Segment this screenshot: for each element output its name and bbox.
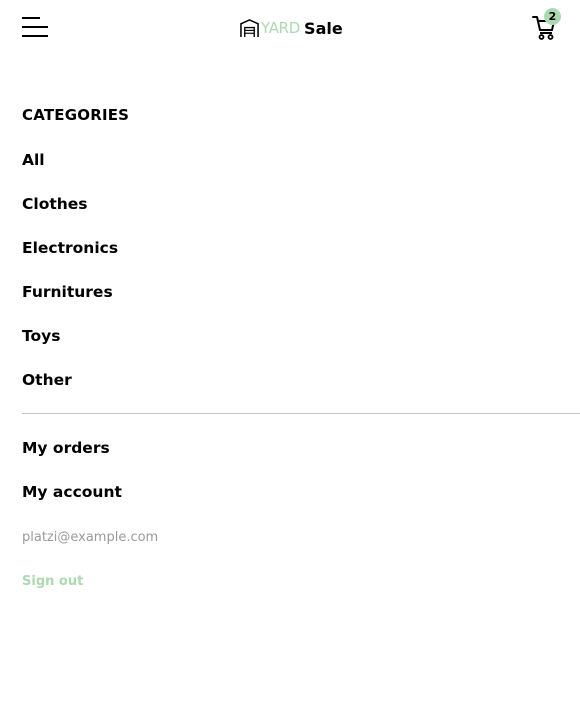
menu-line (22, 35, 48, 37)
logo-word-text: Sale (304, 18, 343, 38)
category-item-other[interactable]: Other (22, 370, 118, 414)
category-item-electronics[interactable]: Electronics (22, 238, 118, 282)
shopping-cart-button[interactable]: 2 (531, 8, 561, 40)
category-item-all[interactable]: All (22, 150, 118, 194)
hamburger-menu-icon[interactable] (22, 16, 48, 38)
my-orders-link[interactable]: My orders (22, 439, 110, 457)
category-item-toys[interactable]: Toys (22, 326, 118, 370)
cart-count-badge: 2 (544, 8, 561, 25)
top-navbar: YARD Sale 2 (0, 0, 580, 56)
menu-divider (22, 413, 580, 414)
menu-line (22, 26, 48, 28)
logo-brand-text: YARD (261, 19, 301, 37)
user-email: platzi@example.com (22, 530, 159, 545)
category-list: All Clothes Electronics Furnitures Toys … (22, 150, 118, 414)
category-item-furnitures[interactable]: Furnitures (22, 282, 118, 326)
menu-line (22, 17, 40, 19)
logo[interactable]: YARD Sale (240, 17, 343, 39)
category-item-clothes[interactable]: Clothes (22, 194, 118, 238)
categories-heading: CATEGORIES (22, 106, 130, 124)
house-icon (240, 18, 259, 37)
my-account-link[interactable]: My account (22, 483, 122, 501)
sign-out-link[interactable]: Sign out (22, 574, 83, 589)
